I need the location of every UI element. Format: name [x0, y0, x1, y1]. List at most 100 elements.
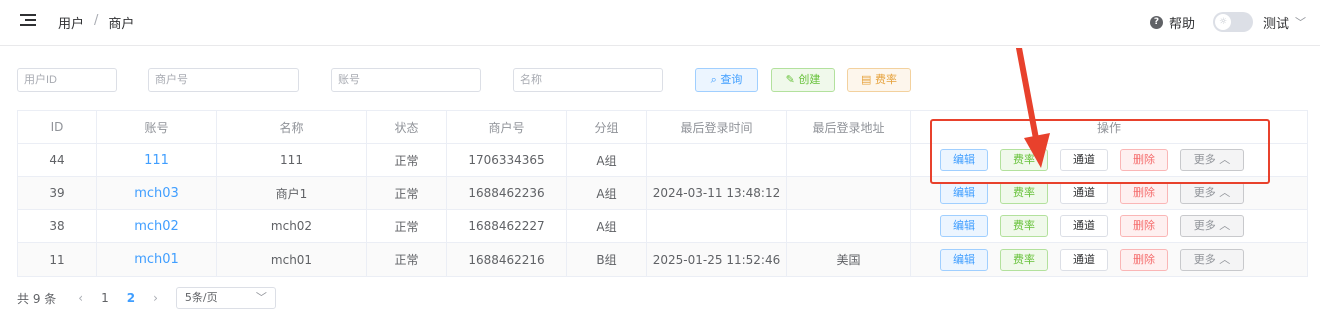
edit-button[interactable]: 编辑: [940, 149, 988, 171]
cell-last-login-time: 2024-03-11 13:48:12: [647, 177, 787, 209]
cell-account: mch03: [97, 177, 217, 209]
account-input[interactable]: 账号: [331, 68, 481, 92]
table-header: ID 账号 名称 状态 商户号 分组 最后登录时间 最后登录地址 操作: [18, 111, 1307, 144]
edit-button[interactable]: 编辑: [940, 215, 988, 237]
menu-fold-icon[interactable]: [20, 14, 36, 28]
chevron-down-icon[interactable]: ﹀: [1295, 14, 1306, 30]
edit-button[interactable]: 编辑: [940, 248, 988, 271]
table-row: 11 mch01 mch01 正常 1688462216 B组 2025-01-…: [18, 243, 1307, 276]
cell-name: mch01: [217, 243, 367, 276]
page-number-current[interactable]: 2: [127, 291, 135, 305]
cell-group: A组: [567, 210, 647, 242]
cell-merchant-no: 1706334365: [447, 144, 567, 176]
channel-button[interactable]: 通道: [1060, 182, 1108, 204]
cell-merchant-no: 1688462236: [447, 177, 567, 209]
help-link[interactable]: 帮助: [1169, 13, 1195, 32]
delete-button[interactable]: 删除: [1120, 182, 1168, 204]
column-header-actions: 操作: [1096, 120, 1121, 135]
more-button-label: 更多: [1193, 252, 1216, 266]
search-icon: ⌕: [710, 73, 717, 86]
cell-status: 正常: [367, 243, 447, 276]
cell-actions: 编辑 费率 通道 删除 更多 ︿: [911, 243, 1307, 276]
column-header-merchant-no: 商户号: [447, 111, 567, 143]
query-button[interactable]: ⌕ 查询: [695, 68, 758, 92]
table-row: 38 mch02 mch02 正常 1688462227 A组 编辑 费率 通道…: [18, 210, 1307, 243]
row-rate-button[interactable]: 费率: [1000, 248, 1048, 271]
cell-last-login-addr: 美国: [787, 243, 911, 276]
query-button-label: 查询: [720, 73, 743, 86]
cell-id: 39: [18, 177, 97, 209]
more-button-label: 更多: [1193, 186, 1216, 199]
theme-toggle[interactable]: ☼: [1212, 12, 1253, 32]
rate-button[interactable]: ▤ 费率: [847, 68, 911, 92]
cell-last-login-addr: [787, 177, 911, 209]
row-rate-button[interactable]: 费率: [1000, 182, 1048, 204]
page-number[interactable]: 1: [101, 291, 109, 305]
document-icon: ▤: [861, 73, 872, 86]
page-size-select[interactable]: 5条/页 ﹀: [175, 287, 276, 309]
account-link[interactable]: mch02: [134, 219, 179, 234]
cell-group: A组: [567, 177, 647, 209]
breadcrumb: 用户 / 商户: [58, 13, 134, 32]
merchant-no-input[interactable]: 商户号: [148, 68, 299, 92]
delete-button[interactable]: 删除: [1120, 149, 1168, 171]
delete-button[interactable]: 删除: [1120, 248, 1168, 271]
create-button[interactable]: ✎ 创建: [771, 68, 835, 92]
more-button[interactable]: 更多 ︿: [1180, 182, 1244, 204]
chevron-up-icon: ︿: [1219, 219, 1231, 232]
cell-actions: 编辑 费率 通道 删除 更多 ︿: [911, 210, 1307, 242]
channel-button[interactable]: 通道: [1060, 149, 1108, 171]
cell-last-login-addr: [787, 144, 911, 176]
edit-icon: ✎: [785, 73, 795, 86]
breadcrumb-item-user[interactable]: 用户: [58, 13, 84, 32]
more-button[interactable]: 更多 ︿: [1180, 248, 1244, 271]
more-button[interactable]: 更多 ︿: [1180, 149, 1244, 171]
channel-button[interactable]: 通道: [1060, 215, 1108, 237]
user-id-input[interactable]: 用户ID: [17, 68, 117, 92]
sun-icon: ☼: [1214, 14, 1231, 30]
more-button[interactable]: 更多 ︿: [1180, 215, 1244, 237]
cell-status: 正常: [367, 144, 447, 176]
cell-account: 111: [97, 144, 217, 176]
cell-last-login-time: [647, 210, 787, 242]
delete-button[interactable]: 删除: [1120, 215, 1168, 237]
cell-actions: 编辑 费率 通道 删除 更多 ︿: [911, 177, 1307, 209]
account-link[interactable]: mch01: [134, 252, 179, 267]
cell-name: 111: [217, 144, 367, 176]
column-header-name: 名称: [217, 111, 367, 143]
column-header-last-login-addr: 最后登录地址: [787, 111, 911, 143]
account-link[interactable]: mch03: [134, 186, 179, 201]
more-button-label: 更多: [1193, 153, 1216, 166]
breadcrumb-separator: /: [94, 13, 99, 28]
cell-name: 商户1: [217, 177, 367, 209]
channel-button[interactable]: 通道: [1060, 248, 1108, 271]
cell-name: mch02: [217, 210, 367, 242]
cell-account: mch01: [97, 243, 217, 276]
cell-id: 11: [18, 243, 97, 276]
chevron-up-icon: ︿: [1219, 186, 1231, 199]
top-header: 用户 / 商户 ? 帮助 ☼ 测试 ﹀: [0, 0, 1320, 46]
name-input[interactable]: 名称: [513, 68, 663, 92]
cell-status: 正常: [367, 177, 447, 209]
cell-last-login-time: [647, 144, 787, 176]
cell-account: mch02: [97, 210, 217, 242]
chevron-left-icon[interactable]: ‹: [78, 291, 83, 305]
user-menu[interactable]: 测试: [1263, 13, 1289, 32]
account-link[interactable]: 111: [144, 153, 169, 168]
column-header-last-login-time: 最后登录时间: [647, 111, 787, 143]
column-header-status: 状态: [367, 111, 447, 143]
column-header-id: ID: [18, 111, 97, 143]
row-rate-button[interactable]: 费率: [1000, 215, 1048, 237]
edit-button[interactable]: 编辑: [940, 182, 988, 204]
more-button-label: 更多: [1193, 219, 1216, 232]
cell-id: 44: [18, 144, 97, 176]
cell-actions: 编辑 费率 通道 删除 更多 ︿: [911, 144, 1307, 176]
pagination-total: 共 9 条: [17, 291, 57, 306]
cell-merchant-no: 1688462227: [447, 210, 567, 242]
help-icon[interactable]: ?: [1149, 15, 1163, 29]
page-size-value: 5条/页: [184, 291, 218, 304]
chevron-right-icon[interactable]: ›: [153, 291, 158, 305]
row-rate-button[interactable]: 费率: [1000, 149, 1048, 171]
cell-id: 38: [18, 210, 97, 242]
chevron-up-icon: ︿: [1219, 153, 1231, 166]
